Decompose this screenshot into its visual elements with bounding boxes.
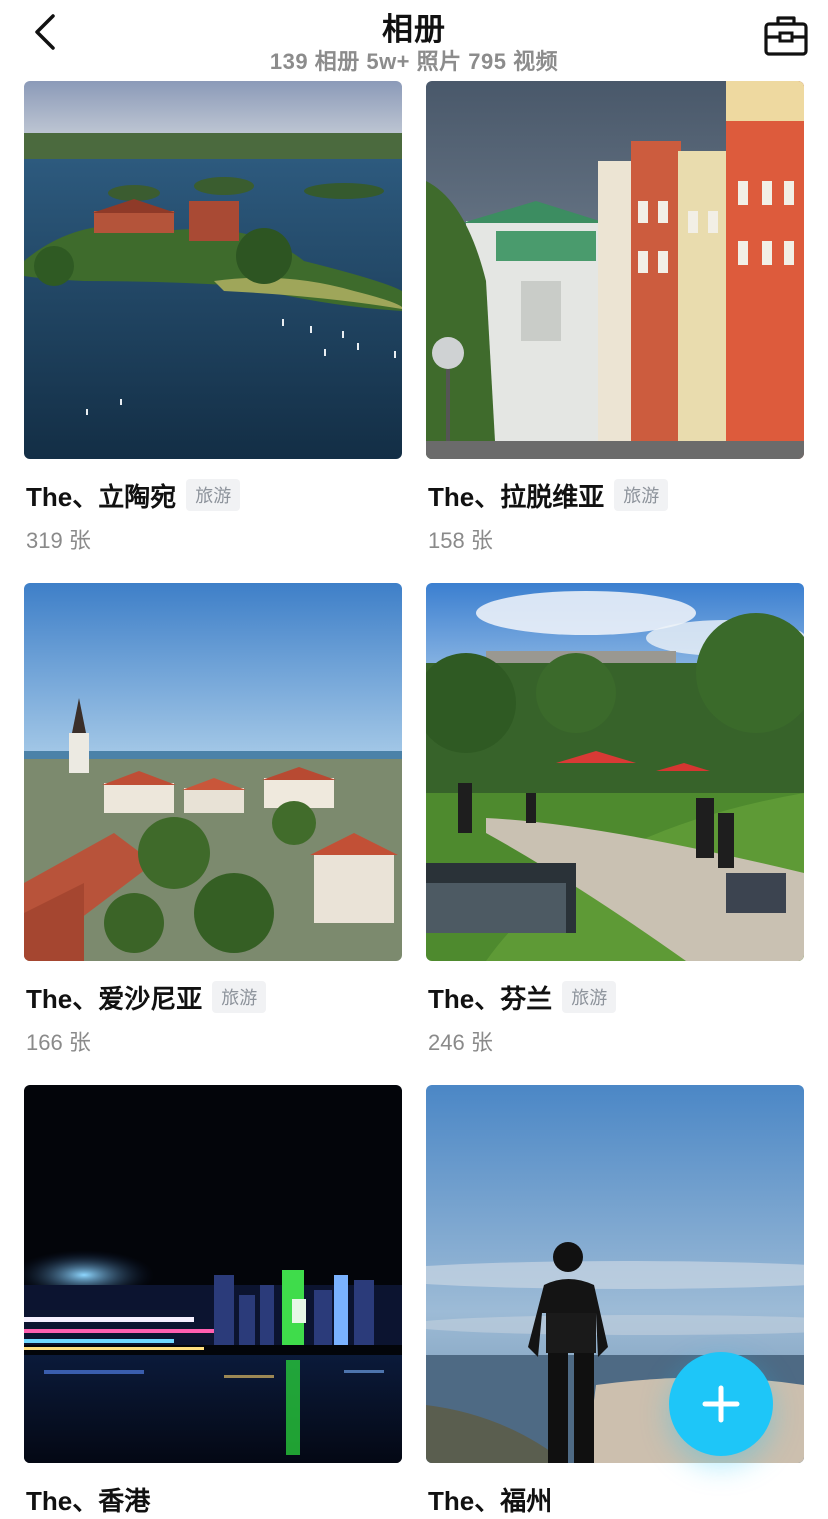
album-name: The、福州: [428, 1485, 553, 1516]
album-title-row: The、拉脱维亚 旅游: [428, 479, 669, 512]
page-title: 相册: [382, 12, 446, 47]
album-cover[interactable]: [24, 583, 402, 961]
album-name: The、爱沙尼亚: [26, 983, 203, 1014]
album-cover[interactable]: [24, 81, 402, 459]
album-tag: 旅游: [614, 479, 669, 511]
album-cover[interactable]: [426, 583, 804, 961]
toolbox-icon: [764, 16, 808, 56]
plus-icon: [702, 1385, 740, 1423]
album-tag: 旅游: [212, 981, 267, 1013]
album-photo-count: 166 张: [26, 1030, 91, 1055]
page-subtitle: 139 相册 5w+ 照片 795 视频: [269, 49, 559, 74]
album-title-row: The、香港: [26, 1483, 151, 1516]
album-name: The、拉脱维亚: [428, 481, 605, 512]
album-name: The、芬兰: [428, 983, 553, 1014]
album-name: The、立陶宛: [26, 481, 177, 512]
top-bar: 相册 139 相册 5w+ 照片 795 视频: [0, 0, 828, 76]
album-cover[interactable]: [426, 81, 804, 459]
album-tag: 旅游: [186, 479, 241, 511]
toolbox-button[interactable]: [760, 10, 812, 60]
album-name: The、香港: [26, 1485, 151, 1516]
album-photo-count: 158 张: [428, 528, 493, 553]
add-album-button[interactable]: [669, 1352, 773, 1456]
album-photo-count: 319 张: [26, 528, 91, 553]
album-title-row: The、立陶宛 旅游: [26, 479, 241, 512]
album-photo-count: 246 张: [428, 1030, 493, 1055]
album-cover[interactable]: [24, 1085, 402, 1463]
album-title-row: The、福州: [428, 1483, 553, 1516]
album-title-row: The、爱沙尼亚 旅游: [26, 981, 267, 1014]
album-title-row: The、芬兰 旅游: [428, 981, 617, 1014]
album-tag: 旅游: [562, 981, 617, 1013]
